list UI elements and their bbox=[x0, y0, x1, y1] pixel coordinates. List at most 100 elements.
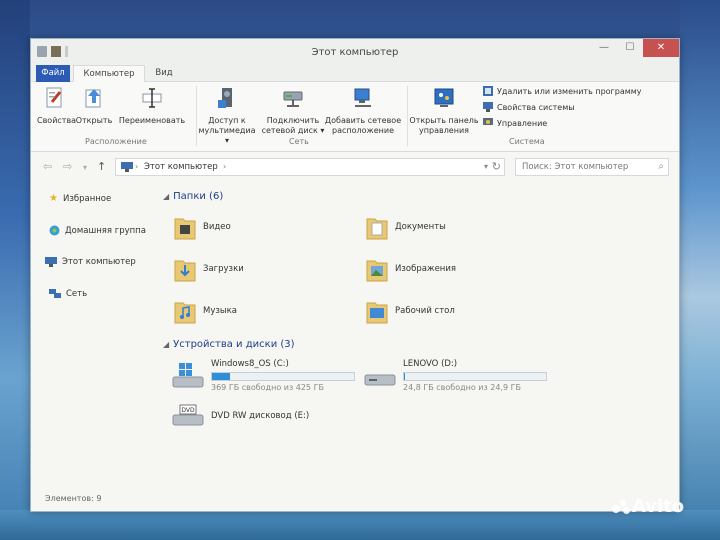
properties-icon bbox=[46, 87, 62, 108]
rename-button[interactable]: Переименовать bbox=[117, 86, 187, 126]
folder-desktop[interactable]: Рабочий стол bbox=[365, 297, 455, 325]
network-icon bbox=[49, 289, 61, 298]
network-location-icon bbox=[354, 88, 371, 107]
desktop-folder-icon bbox=[366, 302, 388, 324]
collapse-chevron-icon[interactable]: ◢ bbox=[163, 192, 169, 201]
breadcrumb-chevron-icon[interactable]: › bbox=[223, 162, 226, 171]
drive-name: Windows8_OS (C:) bbox=[211, 359, 289, 369]
back-arrow-icon[interactable]: ⇦ bbox=[43, 160, 52, 173]
network-drive-icon bbox=[283, 91, 303, 107]
group-system-label: Система bbox=[509, 137, 545, 146]
uninstall-program-label: Удалить или изменить программу bbox=[497, 86, 642, 96]
window-title: Этот компьютер bbox=[311, 47, 399, 58]
downloads-folder-icon bbox=[174, 260, 196, 282]
rename-label: Переименовать bbox=[118, 116, 186, 125]
status-bar-item-count: Элементов: 9 bbox=[45, 494, 102, 503]
breadcrumb-separator-icon[interactable]: › bbox=[135, 162, 138, 171]
breadcrumb-this-pc[interactable]: Этот компьютер bbox=[144, 162, 218, 172]
minimize-button[interactable]: — bbox=[591, 39, 617, 57]
media-access-label-line2: мультимедиа ▾ bbox=[198, 126, 256, 145]
drive-usage-fill bbox=[212, 373, 231, 380]
map-network-drive-button[interactable]: Подключить сетевой диск ▾ bbox=[261, 86, 325, 136]
add-network-location-label-line1: Добавить сетевое bbox=[324, 116, 402, 125]
devices-section-header[interactable]: ◢ Устройства и диски (3) bbox=[163, 339, 295, 350]
ribbon: Свойства Открыть Переименовать Расположе… bbox=[31, 82, 679, 152]
collapse-chevron-icon[interactable]: ◢ bbox=[163, 340, 169, 349]
close-button[interactable]: ✕ bbox=[643, 39, 679, 57]
folder-video[interactable]: Видео bbox=[173, 213, 231, 241]
open-button[interactable]: Открыть bbox=[75, 86, 113, 126]
nav-item-homegroup[interactable]: Домашняя группа bbox=[49, 225, 146, 236]
pictures-folder-icon bbox=[366, 260, 388, 282]
desktop-background-left bbox=[0, 0, 30, 540]
folder-label: Загрузки bbox=[203, 264, 244, 274]
search-placeholder: Поиск: Этот компьютер bbox=[522, 162, 629, 172]
folders-header-label: Папки (6) bbox=[173, 191, 224, 202]
avito-watermark: Avito bbox=[612, 496, 684, 517]
folder-label: Музыка bbox=[203, 306, 237, 316]
manage-button[interactable]: Управление bbox=[483, 118, 547, 128]
tab-view[interactable]: Вид bbox=[149, 65, 179, 82]
media-access-label-line1: Доступ к bbox=[208, 116, 246, 125]
nav-item-label: Этот компьютер bbox=[62, 257, 136, 267]
system-icon bbox=[483, 102, 493, 112]
video-folder-icon bbox=[174, 218, 196, 240]
open-icon bbox=[85, 89, 101, 108]
add-network-location-label-line2: расположение bbox=[332, 126, 394, 135]
control-panel-button[interactable]: Открыть панель управления bbox=[409, 86, 479, 136]
nav-item-this-pc[interactable]: Этот компьютер bbox=[45, 257, 136, 267]
homegroup-icon bbox=[49, 225, 60, 236]
system-properties-label: Свойства системы bbox=[497, 102, 575, 112]
drive-free-space: 24,8 ГБ свободно из 24,9 ГБ bbox=[403, 383, 522, 392]
address-field[interactable]: › Этот компьютер › ▾ ↻ bbox=[115, 158, 505, 176]
computer-icon bbox=[121, 162, 133, 172]
desktop-background-right bbox=[680, 0, 720, 540]
drive-c[interactable]: Windows8_OS (C:) 369 ГБ свободно из 425 … bbox=[171, 359, 371, 395]
group-location-label: Расположение bbox=[85, 137, 147, 146]
map-network-drive-label-line1: Подключить bbox=[266, 116, 320, 125]
add-network-location-button[interactable]: Добавить сетевое расположение bbox=[323, 86, 403, 136]
drive-usage-bar bbox=[211, 372, 355, 381]
folder-downloads[interactable]: Загрузки bbox=[173, 255, 244, 283]
title-bar: Этот компьютер — ☐ ✕ bbox=[31, 39, 679, 65]
folders-section-header[interactable]: ◢ Папки (6) bbox=[163, 191, 223, 202]
properties-button[interactable]: Свойства bbox=[37, 86, 76, 126]
search-icon: ⌕ bbox=[658, 161, 664, 172]
address-dropdown-icon[interactable]: ▾ bbox=[484, 162, 488, 171]
folder-pictures[interactable]: Изображения bbox=[365, 255, 456, 283]
recent-locations-icon[interactable]: ▾ bbox=[83, 163, 87, 172]
ribbon-divider bbox=[407, 86, 408, 146]
drive-name: LENOVO (D:) bbox=[403, 359, 458, 369]
tab-file[interactable]: Файл bbox=[36, 65, 70, 82]
folder-label: Рабочий стол bbox=[395, 306, 455, 316]
media-access-button[interactable]: Доступ к мультимедиа ▾ bbox=[197, 86, 257, 146]
devices-header-label: Устройства и диски (3) bbox=[173, 339, 295, 350]
nav-item-network[interactable]: Сеть bbox=[49, 289, 87, 299]
ribbon-tabs: Файл Компьютер Вид bbox=[31, 65, 679, 82]
drive-free-space: 369 ГБ свободно из 425 ГБ bbox=[211, 383, 324, 392]
svg-text:DVD: DVD bbox=[181, 407, 195, 414]
media-server-icon bbox=[218, 88, 232, 108]
folder-music[interactable]: Музыка bbox=[173, 297, 237, 325]
tab-computer[interactable]: Компьютер bbox=[73, 65, 145, 82]
maximize-button[interactable]: ☐ bbox=[617, 39, 643, 57]
open-label: Открыть bbox=[75, 116, 113, 125]
refresh-icon[interactable]: ↻ bbox=[492, 160, 501, 173]
uninstall-program-button[interactable]: Удалить или изменить программу bbox=[483, 86, 642, 96]
drive-usage-bar bbox=[403, 372, 547, 381]
folder-documents[interactable]: Документы bbox=[365, 213, 446, 241]
address-bar-row: ⇦ ⇨ ▾ ↑ › Этот компьютер › ▾ ↻ Поиск: Эт… bbox=[31, 156, 679, 178]
system-properties-button[interactable]: Свойства системы bbox=[483, 102, 575, 112]
window-controls: — ☐ ✕ bbox=[591, 39, 679, 57]
drive-d[interactable]: LENOVO (D:) 24,8 ГБ свободно из 24,9 ГБ bbox=[363, 359, 563, 395]
manage-icon bbox=[483, 118, 493, 125]
dvd-drive-icon: DVD bbox=[172, 404, 204, 426]
computer-icon bbox=[45, 257, 57, 267]
nav-item-favorites[interactable]: ★ Избранное bbox=[49, 193, 111, 204]
windows-drive-icon bbox=[172, 363, 204, 388]
up-arrow-icon[interactable]: ↑ bbox=[97, 160, 106, 173]
drive-e[interactable]: DVD DVD RW дисковод (E:) bbox=[171, 404, 371, 435]
forward-arrow-icon[interactable]: ⇨ bbox=[63, 160, 72, 173]
navigation-pane: ★ Избранное Домашняя группа Этот компьют… bbox=[31, 181, 153, 489]
search-input[interactable]: Поиск: Этот компьютер ⌕ bbox=[515, 158, 669, 176]
